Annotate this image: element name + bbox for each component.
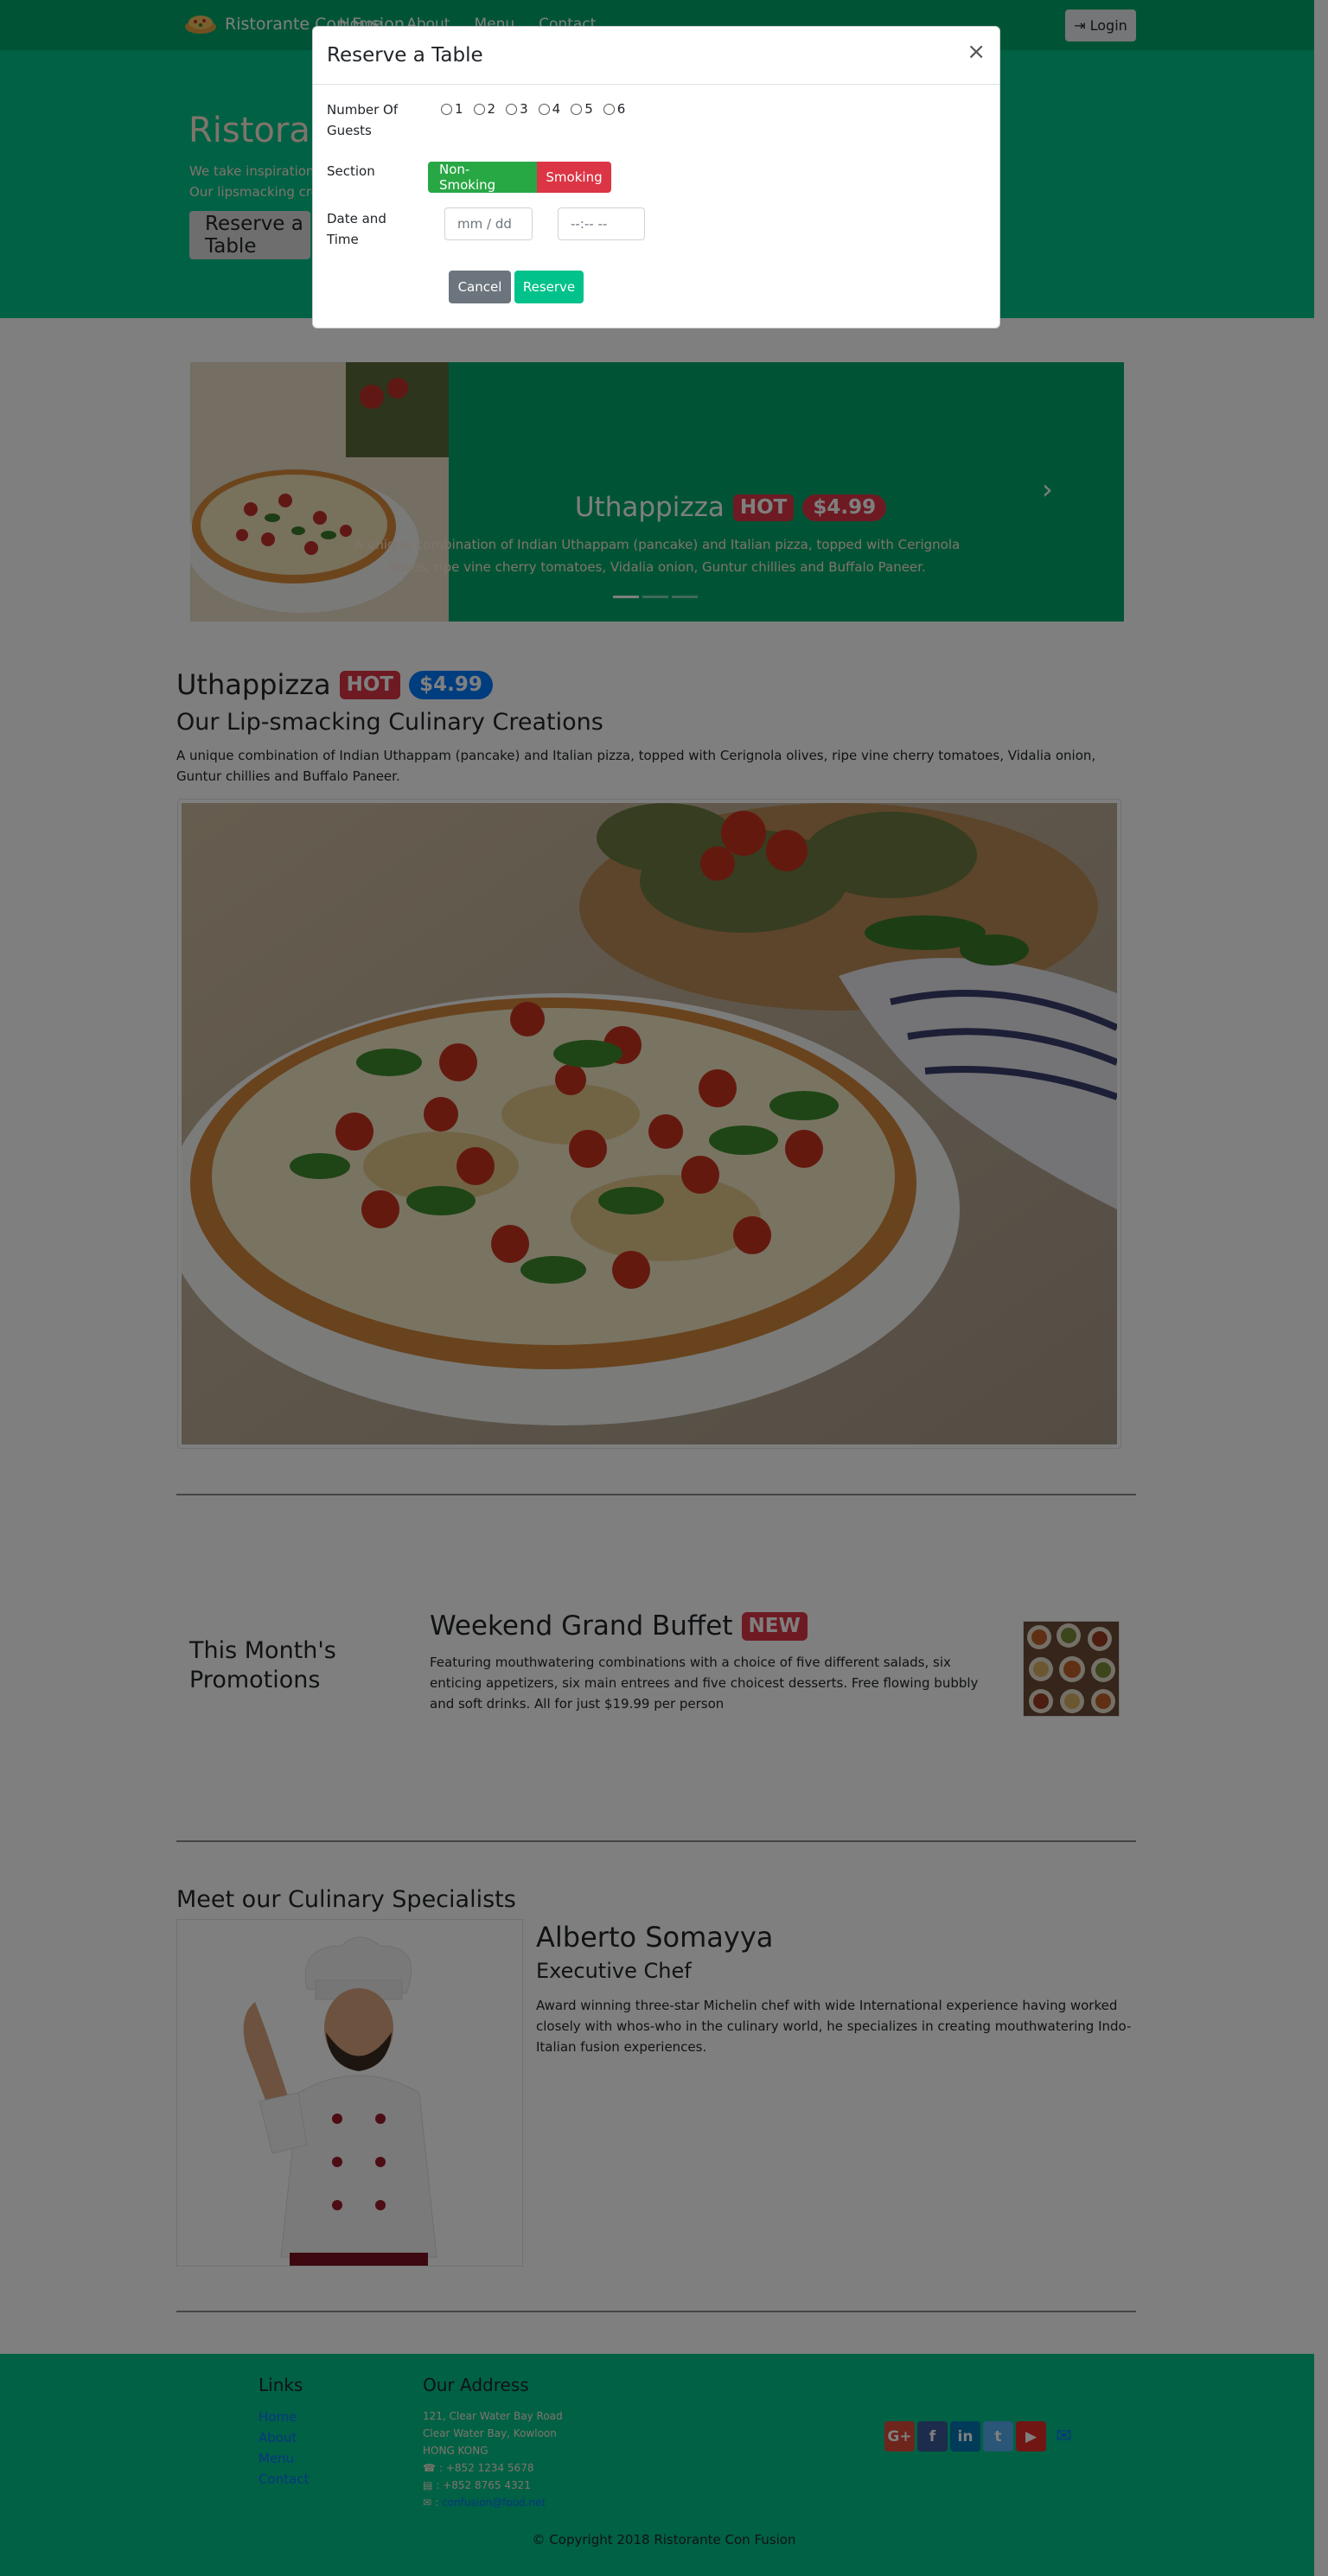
radio-icon — [603, 103, 615, 115]
smoking-button[interactable]: Smoking — [537, 162, 611, 193]
section-label: Section — [327, 163, 375, 179]
guests-radio-group: 1 2 3 4 5 6 — [441, 101, 625, 117]
cancel-button[interactable]: Cancel — [449, 271, 511, 303]
guest-option-2[interactable]: 2 — [473, 101, 496, 117]
date-input[interactable]: mm / dd — [444, 207, 533, 240]
reserve-table-modal: Reserve a Table × Number Of Guests 1 2 3… — [312, 26, 1000, 328]
guest-option-label: 6 — [616, 101, 626, 117]
modal-backdrop[interactable] — [0, 0, 1328, 2576]
section-toggle: Non-Smoking Smoking — [428, 162, 611, 193]
guest-option-label: 5 — [584, 101, 593, 117]
guests-label: Number Of Guests — [327, 102, 399, 138]
guest-option-3[interactable]: 3 — [506, 101, 528, 117]
guest-option-label: 1 — [455, 101, 463, 117]
guest-option-4[interactable]: 4 — [538, 101, 561, 117]
reserve-button[interactable]: Reserve — [514, 271, 584, 303]
modal-title: Reserve a Table — [327, 44, 483, 67]
datetime-label: Date and Time — [327, 211, 386, 247]
guest-option-6[interactable]: 6 — [603, 101, 626, 117]
close-icon[interactable]: × — [967, 39, 986, 65]
guest-option-5[interactable]: 5 — [571, 101, 593, 117]
guest-option-label: 4 — [552, 101, 561, 117]
radio-icon — [441, 103, 452, 115]
non-smoking-button[interactable]: Non-Smoking — [428, 162, 537, 193]
radio-icon — [571, 103, 583, 115]
modal-header: Reserve a Table × — [313, 27, 999, 85]
radio-icon — [506, 103, 518, 115]
radio-icon — [538, 103, 550, 115]
guest-option-1[interactable]: 1 — [441, 101, 463, 117]
radio-icon — [473, 103, 485, 115]
guest-option-label: 3 — [520, 101, 528, 117]
guest-option-label: 2 — [487, 101, 496, 117]
time-input[interactable]: --:-- -- — [558, 207, 645, 240]
